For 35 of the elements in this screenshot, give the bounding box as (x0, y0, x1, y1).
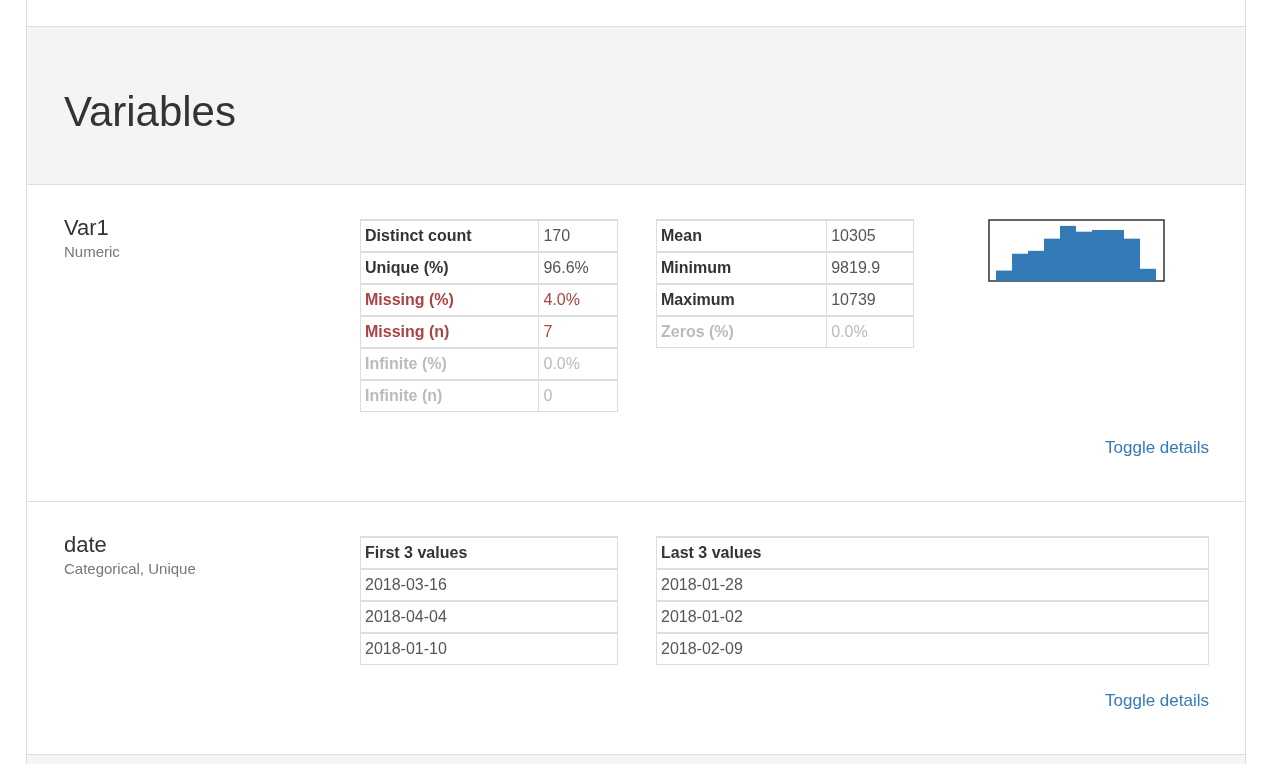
value-cell: 2018-02-09 (656, 633, 1209, 665)
section-title: Variables (64, 86, 236, 136)
stat-label: Zeros (%) (656, 316, 827, 348)
value-cell: 2018-01-10 (360, 633, 618, 665)
stat-label: Maximum (656, 284, 827, 316)
value-cell: 2018-03-16 (360, 569, 618, 601)
stat-value: 0.0% (826, 316, 914, 348)
stat-value: 10305 (826, 220, 914, 252)
value-cell: 2018-01-28 (656, 569, 1209, 601)
toggle-details-link[interactable]: Toggle details (1105, 438, 1209, 458)
variable-type: Categorical, Unique (64, 560, 197, 577)
stat-value: 0 (538, 380, 618, 412)
stat-label: Unique (%) (360, 252, 539, 284)
stat-value: 170 (538, 220, 618, 252)
variable-name: Var1 (64, 215, 110, 241)
table-header: First 3 values (360, 537, 618, 569)
variable-name: date (64, 532, 108, 558)
stat-value: 0.0% (538, 348, 618, 380)
stat-label: Infinite (n) (360, 380, 539, 412)
stat-value: 9819.9 (826, 252, 914, 284)
value-cell: 2018-01-02 (656, 601, 1209, 633)
stat-label: Missing (%) (360, 284, 539, 316)
toggle-details-link[interactable]: Toggle details (1105, 691, 1209, 711)
stat-label: Missing (n) (360, 316, 539, 348)
stat-value: 4.0% (538, 284, 618, 316)
stat-value: 7 (538, 316, 618, 348)
stat-label: Mean (656, 220, 827, 252)
variable-type: Numeric (64, 243, 121, 260)
stat-label: Distinct count (360, 220, 539, 252)
table-header: Last 3 values (656, 537, 1209, 569)
stat-label: Minimum (656, 252, 827, 284)
value-cell: 2018-04-04 (360, 601, 618, 633)
stat-label: Infinite (%) (360, 348, 539, 380)
stat-value: 96.6% (538, 252, 618, 284)
stat-value: 10739 (826, 284, 914, 316)
